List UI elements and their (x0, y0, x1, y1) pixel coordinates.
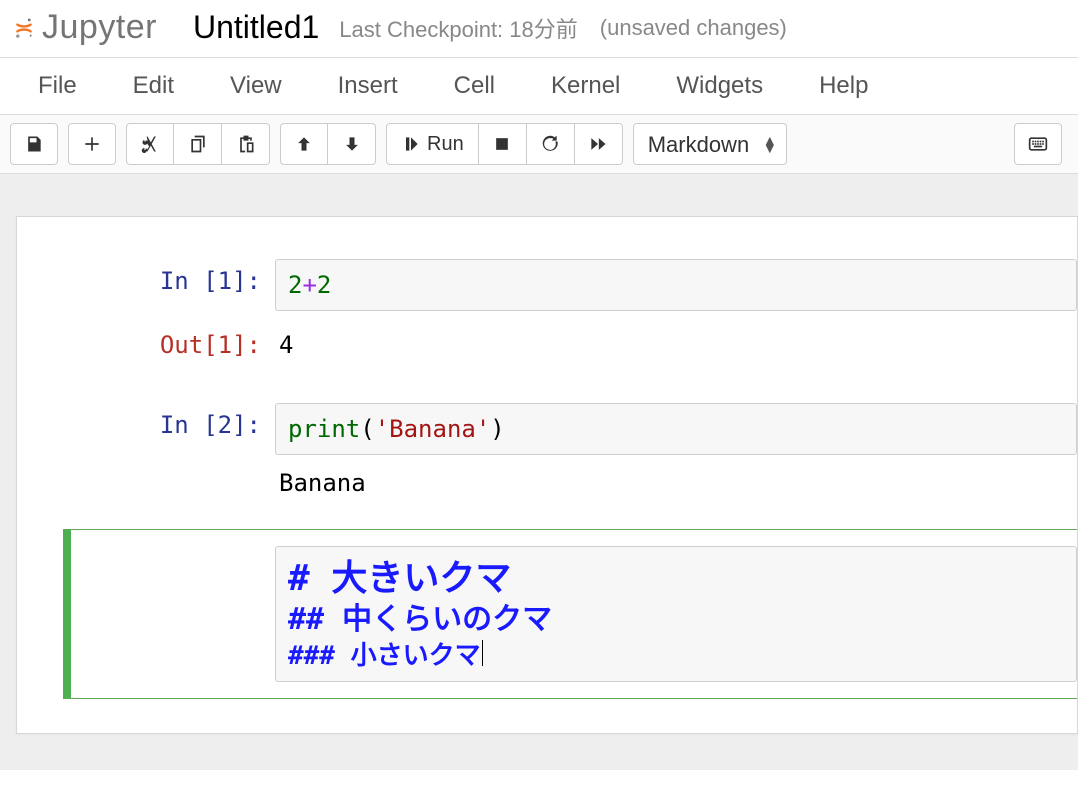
markdown-cell-selected[interactable]: # 大きいクマ ## 中くらいのクマ ### 小さいクマ (63, 529, 1077, 699)
fast-forward-icon (588, 134, 608, 154)
restart-kernel-button[interactable] (527, 123, 575, 165)
move-cell-up-button[interactable] (280, 123, 328, 165)
stdout-output: Banana (275, 455, 1077, 505)
save-button[interactable] (10, 123, 58, 165)
menu-help[interactable]: Help (791, 58, 896, 114)
code-editor[interactable]: 2+2 (275, 259, 1077, 311)
notebook-header: Jupyter Untitled1 Last Checkpoint: 18分前 … (0, 0, 1078, 57)
cut-cell-button[interactable] (126, 123, 174, 165)
menu-insert[interactable]: Insert (310, 58, 426, 114)
code-editor[interactable]: print('Banana') (275, 403, 1077, 455)
code-cell[interactable]: In [1]: 2+2 (17, 253, 1077, 317)
toolbar: Run Markdown ▲▼ (0, 115, 1078, 174)
markdown-editor[interactable]: # 大きいクマ ## 中くらいのクマ ### 小さいクマ (275, 546, 1077, 682)
input-prompt: In [1]: (17, 259, 275, 303)
scissors-icon (140, 134, 160, 154)
keyboard-icon (1028, 134, 1048, 154)
menu-view[interactable]: View (202, 58, 310, 114)
plus-icon (82, 134, 102, 154)
menu-edit[interactable]: Edit (105, 58, 202, 114)
jupyter-logo[interactable]: Jupyter (14, 8, 157, 47)
menu-cell[interactable]: Cell (426, 58, 523, 114)
cell-type-select[interactable]: Markdown (633, 123, 787, 165)
jupyter-planet-icon (14, 18, 34, 38)
run-cell-button[interactable]: Run (386, 123, 479, 165)
restart-run-all-button[interactable] (575, 123, 623, 165)
copy-cell-button[interactable] (174, 123, 222, 165)
menu-kernel[interactable]: Kernel (523, 58, 648, 114)
output-prompt: Out[1]: (17, 323, 275, 367)
markdown-heading-1: # 大きいクマ (288, 557, 1064, 601)
jupyter-logo-text: Jupyter (42, 8, 157, 47)
execute-result: 4 (275, 323, 1077, 367)
arrow-down-icon (342, 134, 362, 154)
run-button-label: Run (427, 133, 464, 156)
unsaved-indicator: (unsaved changes) (600, 15, 787, 41)
move-cell-down-button[interactable] (328, 123, 376, 165)
markdown-heading-2: ## 中くらいのクマ (288, 601, 1064, 639)
notebook-title[interactable]: Untitled1 (193, 9, 319, 46)
notebook-scroll-area[interactable]: In [1]: 2+2 Out[1]: 4 In [2]: print('Ban… (0, 174, 1078, 770)
copy-icon (188, 134, 208, 154)
stop-icon (492, 134, 512, 154)
menu-widgets[interactable]: Widgets (648, 58, 791, 114)
arrow-up-icon (294, 134, 314, 154)
text-caret (482, 640, 483, 666)
code-cell[interactable]: In [2]: print('Banana') Banana (17, 397, 1077, 511)
interrupt-kernel-button[interactable] (479, 123, 527, 165)
restart-icon (540, 134, 560, 154)
insert-cell-below-button[interactable] (68, 123, 116, 165)
celltype-select-wrap[interactable]: Markdown ▲▼ (633, 123, 787, 165)
run-icon (401, 134, 421, 154)
paste-cell-button[interactable] (222, 123, 270, 165)
markdown-heading-3: ### 小さいクマ (288, 639, 1064, 673)
save-icon (24, 134, 44, 154)
menu-file[interactable]: File (10, 58, 105, 114)
menubar: File Edit View Insert Cell Kernel Widget… (0, 57, 1078, 115)
paste-icon (236, 134, 256, 154)
notebook-page: In [1]: 2+2 Out[1]: 4 In [2]: print('Ban… (16, 216, 1078, 734)
input-prompt: In [2]: (17, 403, 275, 447)
checkpoint-status: Last Checkpoint: 18分前 (339, 12, 577, 44)
output-row: Out[1]: 4 (17, 317, 1077, 373)
command-palette-button[interactable] (1014, 123, 1062, 165)
